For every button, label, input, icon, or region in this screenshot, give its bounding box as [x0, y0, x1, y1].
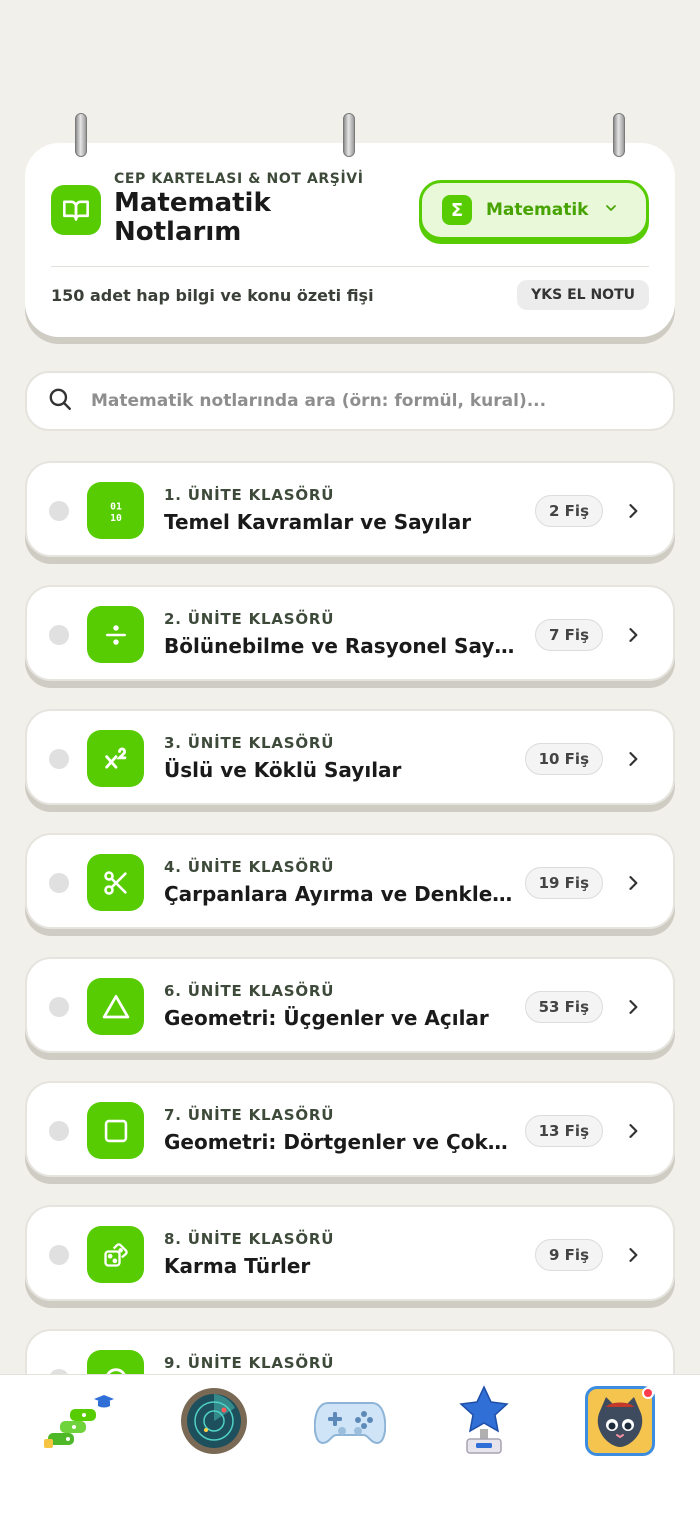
unit-title: Çarpanlara Ayırma ve Denklemler: [164, 882, 516, 906]
svg-text:10: 10: [110, 512, 122, 523]
note-count-badge: 19 Fiş: [524, 867, 603, 899]
binary-icon: 01 10: [87, 482, 144, 539]
radio-button[interactable]: [49, 873, 69, 893]
header-card: CEP KARTELASI & NOT ARŞİVİ Matematik Not…: [25, 143, 675, 337]
unit-title: Bölünebilme ve Rasyonel Sayılar: [164, 634, 516, 658]
unit-kicker: 3. ÜNİTE KLASÖRÜ: [164, 734, 335, 752]
note-count-badge: 53 Fiş: [524, 991, 603, 1023]
square-icon: [87, 1102, 144, 1159]
chevron-down-icon: [603, 200, 619, 220]
bottom-navigation: [0, 1374, 700, 1521]
radio-button[interactable]: [49, 625, 69, 645]
radio-button[interactable]: [49, 501, 69, 521]
notes-summary: 150 adet hap bilgi ve konu özeti fişi: [51, 286, 374, 305]
unit-kicker: 7. ÜNİTE KLASÖRÜ: [164, 1106, 335, 1124]
binder-ring: [75, 113, 87, 157]
gamepad-icon[interactable]: [314, 1385, 386, 1457]
profile-cat-avatar[interactable]: [584, 1385, 656, 1457]
unit-card[interactable]: 4. ÜNİTE KLASÖRÜ Çarpanlara Ayırma ve De…: [25, 833, 675, 929]
subject-selector-button[interactable]: Σ Matematik: [419, 180, 649, 240]
unit-kicker: 9. ÜNİTE KLASÖRÜ: [164, 1354, 335, 1372]
triangle-icon: [87, 978, 144, 1035]
page-title: Matematik Notlarım: [114, 188, 271, 247]
sigma-icon: Σ: [442, 195, 472, 225]
chevron-right-icon[interactable]: [623, 996, 643, 1018]
divide-icon: [87, 606, 144, 663]
unit-kicker: 4. ÜNİTE KLASÖRÜ: [164, 858, 335, 876]
exponent-icon: [87, 730, 144, 787]
unit-card[interactable]: 3. ÜNİTE KLASÖRÜ Üslü ve Köklü Sayılar 1…: [25, 709, 675, 805]
chevron-right-icon[interactable]: [623, 748, 643, 770]
scissors-icon: [87, 854, 144, 911]
notification-dot: [642, 1387, 654, 1399]
unit-kicker: 8. ÜNİTE KLASÖRÜ: [164, 1230, 335, 1248]
radio-button[interactable]: [49, 1121, 69, 1141]
search-input[interactable]: [91, 391, 631, 411]
chevron-right-icon[interactable]: [623, 624, 643, 646]
divider: [51, 266, 649, 267]
subject-label: Matematik: [486, 200, 589, 220]
book-icon: [51, 185, 101, 235]
yks-badge: YKS EL NOTU: [517, 280, 649, 310]
note-count-badge: 10 Fiş: [524, 743, 603, 775]
binder-ring: [343, 113, 355, 157]
learning-path-icon[interactable]: [42, 1385, 114, 1457]
unit-kicker: 2. ÜNİTE KLASÖRÜ: [164, 610, 335, 628]
chevron-right-icon[interactable]: [623, 872, 643, 894]
unit-kicker: 6. ÜNİTE KLASÖRÜ: [164, 982, 335, 1000]
search-bar[interactable]: [25, 371, 675, 431]
unit-card[interactable]: 6. ÜNİTE KLASÖRÜ Geometri: Üçgenler ve A…: [25, 957, 675, 1053]
search-icon: [47, 386, 73, 416]
radio-button[interactable]: [49, 997, 69, 1017]
unit-card[interactable]: 2. ÜNİTE KLASÖRÜ Bölünebilme ve Rasyonel…: [25, 585, 675, 681]
unit-title: Geometri: Dörtgenler ve Çokgenler: [164, 1130, 516, 1154]
chevron-right-icon[interactable]: [623, 500, 643, 522]
chevron-right-icon[interactable]: [623, 1120, 643, 1142]
unit-title: Karma Türler: [164, 1254, 311, 1278]
radio-button[interactable]: [49, 749, 69, 769]
unit-title: Üslü ve Köklü Sayılar: [164, 758, 402, 782]
trophy-star-icon[interactable]: [448, 1385, 520, 1457]
note-count-badge: 7 Fiş: [535, 619, 603, 651]
unit-title: Temel Kavramlar ve Sayılar: [164, 510, 472, 534]
unit-card[interactable]: 7. ÜNİTE KLASÖRÜ Geometri: Dörtgenler ve…: [25, 1081, 675, 1177]
svg-text:01: 01: [110, 501, 122, 512]
binder-ring: [613, 113, 625, 157]
unit-title: Geometri: Üçgenler ve Açılar: [164, 1006, 489, 1030]
unit-kicker: 1. ÜNİTE KLASÖRÜ: [164, 486, 335, 504]
unit-card[interactable]: 01 10 1. ÜNİTE KLASÖRÜ Temel Kavramlar ve…: [25, 461, 675, 557]
dice-icon: [87, 1226, 144, 1283]
note-count-badge: 2 Fiş: [535, 495, 603, 527]
header-kicker: CEP KARTELASI & NOT ARŞİVİ: [114, 171, 364, 187]
note-count-badge: 9 Fiş: [535, 1239, 603, 1271]
note-count-badge: 13 Fiş: [524, 1115, 603, 1147]
chevron-right-icon[interactable]: [623, 1244, 643, 1266]
unit-card[interactable]: 8. ÜNİTE KLASÖRÜ Karma Türler 9 Fiş: [25, 1205, 675, 1301]
radar-icon[interactable]: [178, 1385, 250, 1457]
radio-button[interactable]: [49, 1245, 69, 1265]
